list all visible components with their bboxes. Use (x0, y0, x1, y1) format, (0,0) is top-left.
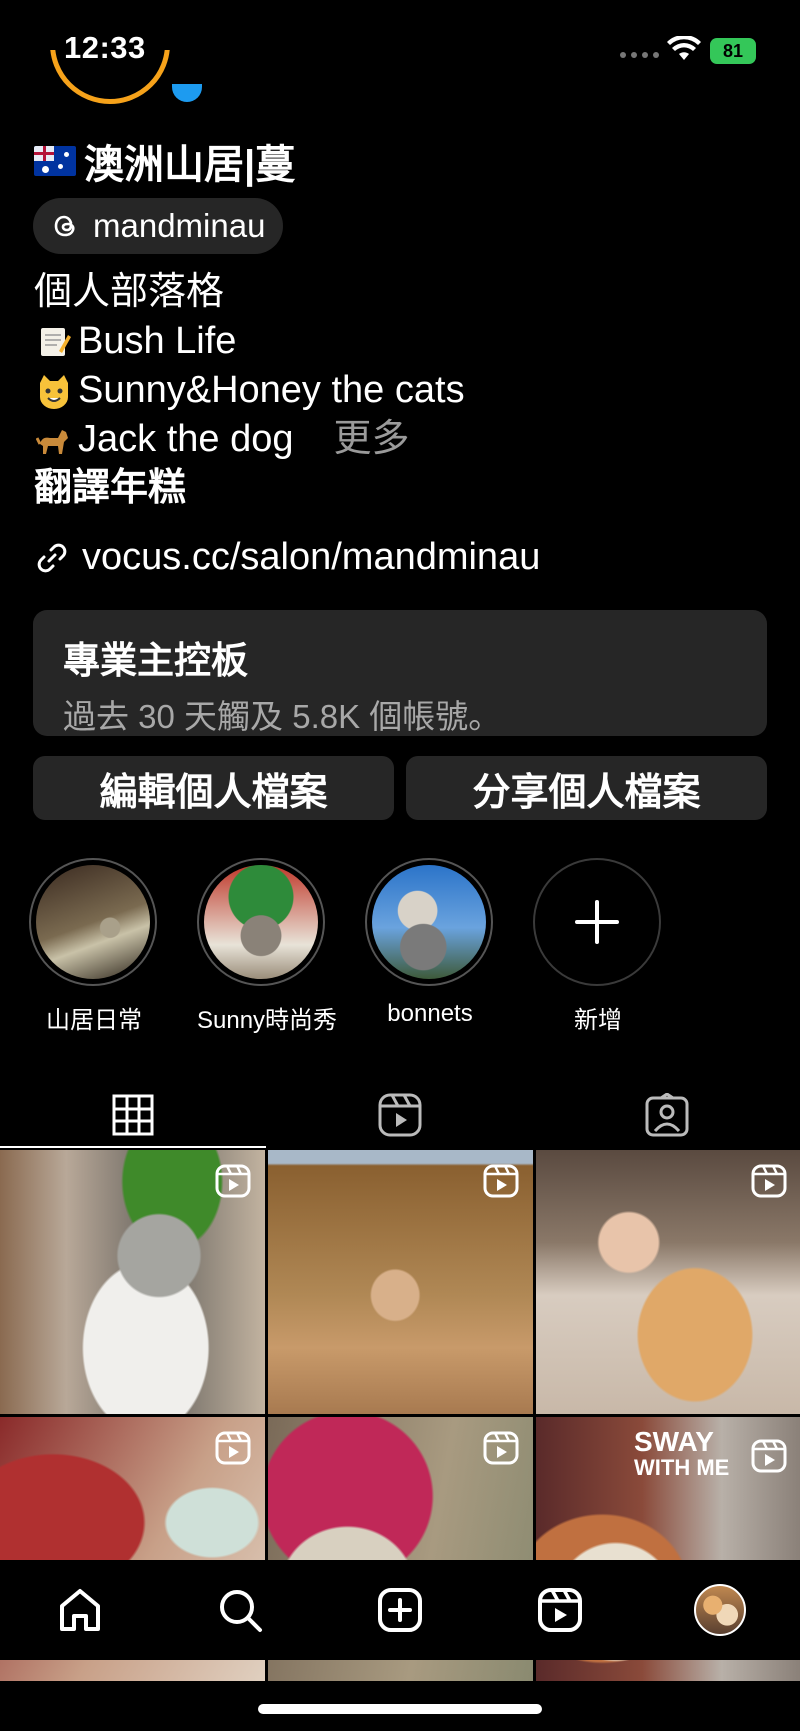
nav-profile[interactable] (680, 1570, 760, 1650)
dog-icon (34, 420, 74, 460)
bio-line: Bush Life (34, 317, 465, 366)
reel-badge-icon (751, 1439, 787, 1473)
edit-profile-button[interactable]: 編輯個人檔案 (33, 756, 394, 820)
reel-badge-icon (215, 1164, 251, 1198)
grid-post[interactable] (536, 1150, 800, 1414)
battery-level: 81 (722, 40, 744, 61)
highlight-cover (36, 865, 150, 979)
highlight-label: Sunny時尚秀 (197, 1007, 338, 1034)
bio-line: Jack the dog 更多 (34, 415, 465, 464)
nav-home[interactable] (40, 1570, 120, 1650)
tagged-icon (645, 1093, 689, 1137)
bio-line: Sunny&Honey the cats (34, 366, 465, 415)
bio-text: Bush Life (78, 320, 237, 362)
profile-link-text: vocus.cc/salon/mandminau (82, 536, 541, 578)
bio-text: 個人部落格 (34, 271, 225, 313)
highlight-label: bonnets (387, 1000, 473, 1027)
profile-avatar (694, 1584, 746, 1636)
threads-handle: mandminau (93, 207, 266, 244)
grid-overlay-text: SWAY WITH ME (634, 1426, 730, 1481)
reel-badge-icon (483, 1431, 519, 1465)
highlight-ring (197, 858, 325, 986)
wifi-icon (667, 36, 701, 60)
grid-icon (112, 1094, 154, 1136)
grid-post[interactable] (268, 1150, 533, 1414)
reel-badge-icon (215, 1431, 251, 1465)
bio-line: 翻譯年糕 (34, 464, 465, 513)
bio-text: Sunny&Honey the cats (78, 369, 465, 411)
dashboard-subtitle: 過去 30 天觸及 5.8K 個帳號。 (63, 698, 502, 735)
add-icon (575, 900, 619, 944)
memo-icon (34, 322, 74, 362)
home-icon (60, 1589, 100, 1631)
flag-australia-icon (34, 146, 76, 176)
nav-create[interactable] (360, 1570, 440, 1650)
cat-face-icon (34, 371, 74, 411)
cellular-signal-icon (620, 52, 659, 58)
highlight-item[interactable]: 山居日常 (29, 858, 159, 1035)
profile-link[interactable]: vocus.cc/salon/mandminau (34, 536, 540, 579)
profile-name: 澳洲山居|蔓 (84, 143, 296, 187)
reels-icon (538, 1588, 582, 1632)
highlight-label: 新增 (574, 1007, 622, 1034)
tab-tagged[interactable] (534, 1080, 800, 1150)
highlight-cover (204, 865, 318, 979)
share-profile-button[interactable]: 分享個人檔案 (406, 756, 767, 820)
tab-indicator (0, 1146, 266, 1148)
highlight-item[interactable]: Sunny時尚秀 (197, 858, 338, 1035)
professional-dashboard[interactable]: 專業主控板 過去 30 天觸及 5.8K 個帳號。 (33, 610, 767, 736)
bottom-nav (0, 1560, 800, 1660)
profile-name-row: 澳洲山居|蔓 (34, 132, 295, 190)
highlight-cover (372, 865, 486, 979)
highlight-item[interactable]: bonnets (365, 858, 495, 1028)
avatar[interactable] (50, 50, 180, 116)
highlight-ring (365, 858, 493, 986)
more-link[interactable]: 更多 (333, 415, 409, 464)
highlight-label: 山居日常 (46, 1007, 142, 1034)
grid-post[interactable] (0, 1150, 265, 1414)
highlight-ring (533, 858, 661, 986)
nav-search[interactable] (200, 1570, 280, 1650)
link-icon (37, 543, 67, 572)
overlay-line: WITH ME (634, 1455, 730, 1480)
new-highlight-button[interactable]: 新增 (533, 858, 663, 1035)
reel-badge-icon (751, 1164, 787, 1198)
tab-reels[interactable] (267, 1080, 533, 1150)
search-icon (220, 1590, 262, 1632)
nav-reels[interactable] (520, 1570, 600, 1650)
create-icon (378, 1588, 422, 1632)
bio-bold-text: 翻譯年糕 (34, 467, 187, 509)
battery-indicator: 81 (710, 38, 756, 64)
dashboard-title: 專業主控板 (63, 640, 248, 681)
reels-icon (378, 1093, 422, 1137)
reel-badge-icon (483, 1164, 519, 1198)
overlay-line: SWAY (634, 1426, 714, 1457)
threads-badge[interactable]: mandminau (33, 198, 284, 254)
threads-icon (54, 215, 75, 237)
home-indicator (258, 1704, 542, 1714)
bio-text: Jack the dog (78, 418, 294, 460)
highlight-ring (29, 858, 157, 986)
tab-posts[interactable] (0, 1080, 266, 1150)
bio-line: 個人部落格 (34, 268, 465, 317)
profile-bio: 個人部落格 Bush Life Sunny&Honey the cats Jac… (34, 268, 465, 513)
